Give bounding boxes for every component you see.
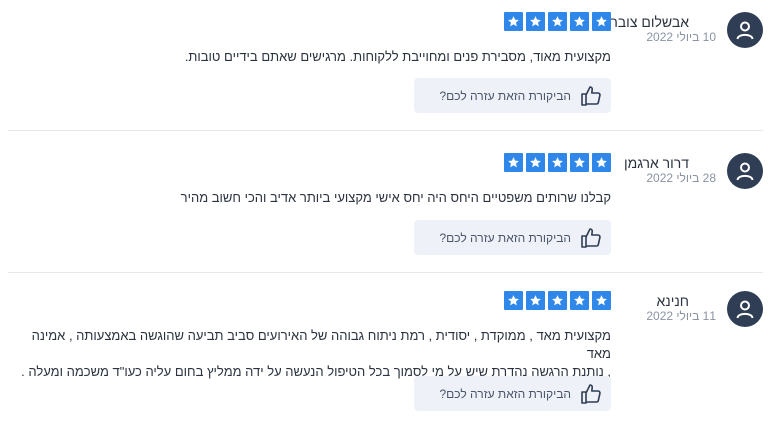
star-icon: [548, 291, 567, 310]
avatar: [727, 153, 763, 189]
star-icon: [570, 153, 589, 172]
review-text: מקצועית מאוד, מסבירת פנים ומחוייבת ללקוח…: [184, 49, 611, 64]
review-card: דרור ארגמן 28 ביולי 2022 קבלנו שרותים מש…: [0, 131, 779, 273]
helpful-button[interactable]: הביקורת הזאת עזרה לכם?: [414, 220, 611, 255]
thumbs-up-icon: [581, 383, 601, 404]
user-icon: [736, 162, 754, 181]
star-icon: [548, 153, 567, 172]
star-rating: [504, 153, 611, 172]
avatar: [727, 291, 763, 327]
star-icon: [526, 291, 545, 310]
thumbs-up-icon: [581, 227, 601, 248]
thumbs-up-icon: [581, 85, 601, 106]
review-card: חנינא 11 ביולי 2022 מקצועית מאד , ממוקדת…: [0, 273, 779, 427]
star-icon: [592, 291, 611, 310]
user-icon: [736, 300, 754, 319]
reviewer-name: דרור ארגמן: [624, 155, 689, 171]
helpful-button[interactable]: הביקורת הזאת עזרה לכם?: [414, 376, 611, 411]
star-rating: [504, 291, 611, 310]
review-text: מקצועית מאד , ממוקדת , יסודית , רמת ניתו…: [11, 327, 611, 381]
star-icon: [592, 153, 611, 172]
star-icon: [570, 291, 589, 310]
review-text: קבלנו שרותים משפטיים היחס היה יחס אישי מ…: [180, 190, 611, 205]
star-icon: [526, 153, 545, 172]
helpful-label: הביקורת הזאת עזרה לכם?: [439, 386, 571, 401]
star-icon: [504, 291, 523, 310]
star-icon: [570, 12, 589, 31]
star-icon: [504, 12, 523, 31]
star-icon: [504, 153, 523, 172]
star-icon: [548, 12, 567, 31]
review-card: אבשלום צוברי 10 ביולי 2022 מקצועית מאוד,…: [0, 0, 779, 131]
helpful-button[interactable]: הביקורת הזאת עזרה לכם?: [414, 78, 611, 113]
avatar: [727, 12, 763, 48]
user-icon: [736, 21, 754, 40]
review-date: 11 ביולי 2022: [646, 309, 716, 323]
helpful-label: הביקורת הזאת עזרה לכם?: [439, 230, 571, 245]
helpful-label: הביקורת הזאת עזרה לכם?: [439, 88, 571, 103]
star-icon: [592, 12, 611, 31]
star-rating: [504, 12, 611, 31]
star-icon: [526, 12, 545, 31]
review-text-line: מקצועית מאד , ממוקדת , יסודית , רמת ניתו…: [31, 328, 611, 361]
reviewer-name: אבשלום צוברי: [606, 14, 689, 30]
review-date: 28 ביולי 2022: [646, 171, 716, 185]
review-date: 10 ביולי 2022: [646, 30, 716, 44]
reviewer-name: חנינא: [656, 293, 689, 309]
